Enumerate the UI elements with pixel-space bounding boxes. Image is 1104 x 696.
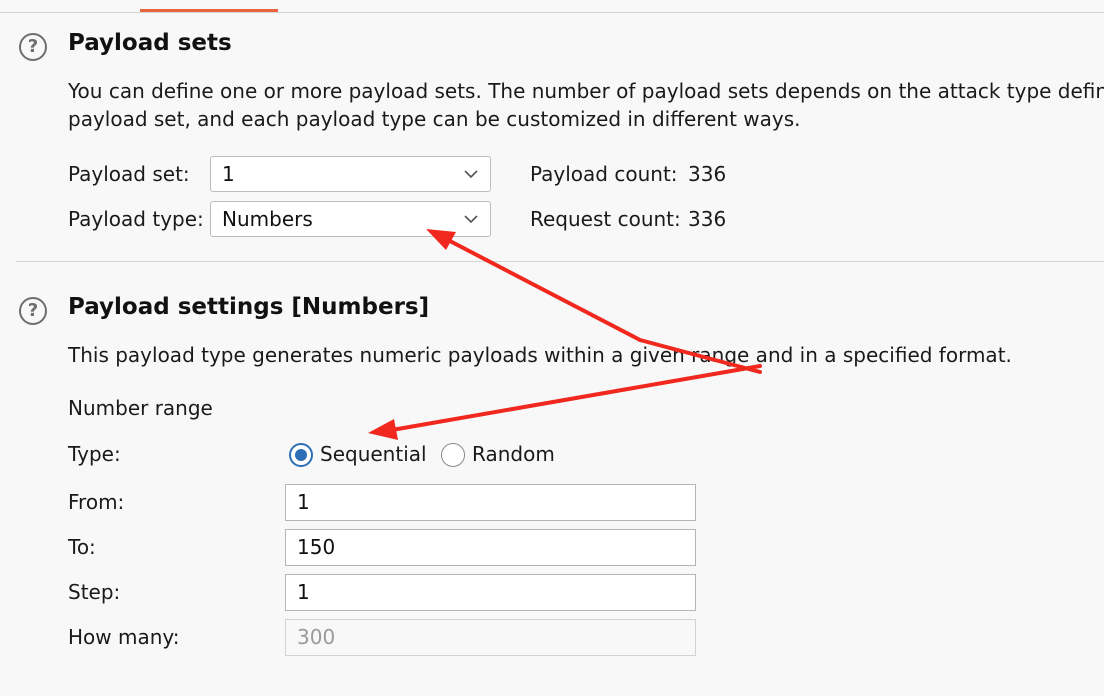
section-divider bbox=[16, 261, 1104, 262]
step-label: Step: bbox=[68, 580, 121, 604]
payload-sets-description-line1: You can define one or more payload sets.… bbox=[68, 79, 1104, 103]
payload-count-value: 336 bbox=[688, 162, 727, 186]
payload-settings-title: Payload settings [Numbers] bbox=[68, 294, 430, 320]
tab-strip bbox=[0, 0, 1104, 13]
payload-settings-description: This payload type generates numeric payl… bbox=[68, 343, 1012, 367]
active-tab-indicator bbox=[140, 9, 278, 12]
type-label: Type: bbox=[68, 442, 121, 466]
from-input[interactable]: 1 bbox=[285, 484, 696, 521]
from-label: From: bbox=[68, 490, 125, 514]
random-label[interactable]: Random bbox=[472, 442, 555, 466]
payload-sets-description-line2: payload set, and each payload type can b… bbox=[68, 107, 801, 131]
sequential-radio[interactable] bbox=[289, 443, 313, 467]
how-many-input: 300 bbox=[285, 619, 696, 656]
payloads-panel: ? Payload sets You can define one or mor… bbox=[0, 0, 1104, 696]
to-input[interactable]: 150 bbox=[285, 529, 696, 566]
payload-type-label: Payload type: bbox=[68, 207, 204, 231]
payload-set-label: Payload set: bbox=[68, 162, 190, 186]
arrowhead-icon bbox=[368, 419, 398, 440]
chevron-down-icon bbox=[464, 170, 478, 179]
step-input[interactable]: 1 bbox=[285, 574, 696, 611]
payload-type-select[interactable]: Numbers bbox=[210, 201, 491, 237]
payload-type-value: Numbers bbox=[222, 207, 313, 231]
to-label: To: bbox=[68, 535, 96, 559]
help-icon[interactable]: ? bbox=[19, 297, 47, 325]
chevron-down-icon bbox=[464, 215, 478, 224]
request-count-value: 336 bbox=[688, 207, 727, 231]
sequential-label[interactable]: Sequential bbox=[320, 442, 427, 466]
payload-set-select[interactable]: 1 bbox=[210, 156, 491, 192]
payload-count-label: Payload count: bbox=[530, 162, 678, 186]
help-icon[interactable]: ? bbox=[19, 33, 47, 61]
random-radio[interactable] bbox=[441, 443, 465, 467]
how-many-label: How many: bbox=[68, 625, 180, 649]
number-range-label: Number range bbox=[68, 396, 213, 420]
request-count-label: Request count: bbox=[530, 207, 681, 231]
payload-sets-title: Payload sets bbox=[68, 30, 232, 56]
payload-set-value: 1 bbox=[222, 162, 235, 186]
